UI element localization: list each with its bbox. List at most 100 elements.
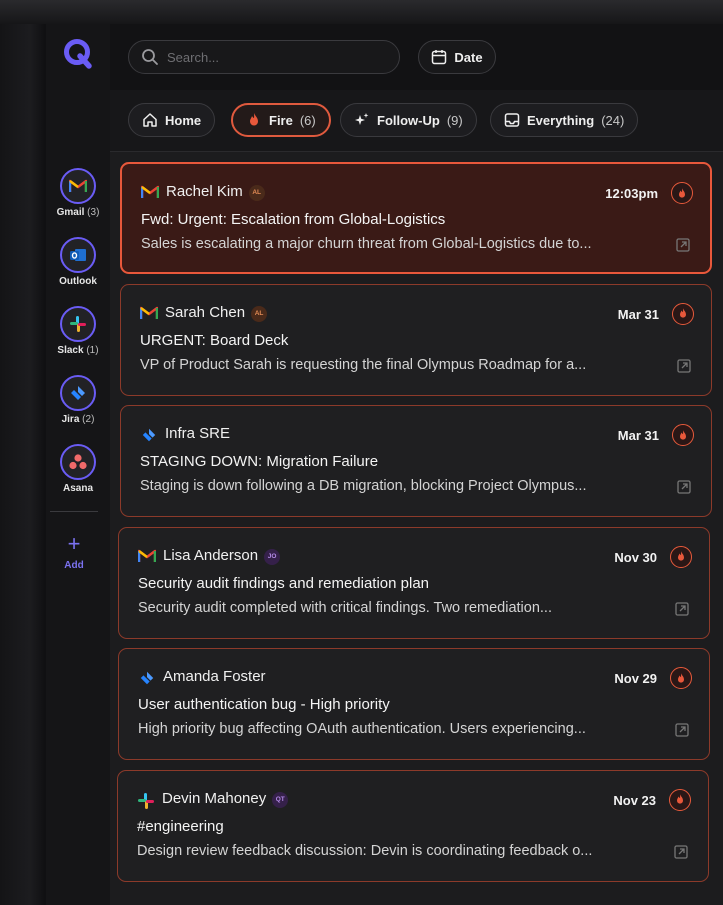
asana-icon xyxy=(60,444,96,480)
sidebar-item-gmail[interactable]: Gmail (3) xyxy=(46,168,110,218)
fire-icon xyxy=(677,794,683,804)
message-card[interactable]: Sarah Chen AL Mar 31 URGENT: Board Deck V… xyxy=(120,283,712,396)
app-window: Gmail (3) Outlook Slack (1) Jira (2) Asa… xyxy=(46,24,723,905)
slack-icon xyxy=(137,792,155,809)
message-time: Nov 30 xyxy=(614,549,657,565)
fire-flag-button[interactable] xyxy=(671,182,693,204)
sidebar: Gmail (3) Outlook Slack (1) Jira (2) Asa… xyxy=(46,24,110,905)
sender-name: Sarah Chen xyxy=(165,303,246,321)
gmail-icon xyxy=(137,549,157,563)
message-preview: Staging is down following a DB migration… xyxy=(140,478,587,494)
sidebar-item-slack[interactable]: Slack (1) xyxy=(46,306,110,356)
sidebar-item-jira[interactable]: Jira (2) xyxy=(46,375,110,425)
message-subject: URGENT: Board Deck xyxy=(140,331,289,349)
main-panel: Date Home Fire (6) Follow-Up (9) Everyth… xyxy=(110,24,723,905)
message-sender: Lisa Anderson JO xyxy=(163,546,281,565)
message-card[interactable]: Lisa Anderson JO Nov 30 Security audit fi… xyxy=(118,526,710,639)
fire-icon xyxy=(680,429,686,440)
sender-name: Amanda Foster xyxy=(163,668,266,685)
message-subject: Fwd: Urgent: Escalation from Global-Logi… xyxy=(141,211,446,228)
tab-fire[interactable]: Fire (6) xyxy=(231,103,331,137)
message-time: Nov 29 xyxy=(614,671,657,686)
message-preview: Security audit completed with critical f… xyxy=(138,599,552,616)
fire-flag-button[interactable] xyxy=(670,545,692,568)
gmail-icon xyxy=(140,185,160,199)
tab-everything[interactable]: Everything (24) xyxy=(490,103,639,137)
message-card[interactable]: Devin Mahoney QT Nov 23 #engineering Desi… xyxy=(117,769,709,882)
sender-name: Lisa Anderson xyxy=(163,546,259,564)
search-box[interactable] xyxy=(128,40,400,74)
message-subject: STAGING DOWN: Migration Failure xyxy=(140,453,379,470)
slack-icon xyxy=(60,306,96,342)
outlook-icon xyxy=(60,237,96,273)
gmail-icon xyxy=(60,168,96,204)
open-external-icon[interactable] xyxy=(676,238,690,252)
assignee-badge: AL xyxy=(251,305,268,322)
sidebar-item-label: Slack (1) xyxy=(57,345,99,356)
top-bar: Date xyxy=(110,24,723,90)
jira-icon xyxy=(138,670,156,685)
message-card[interactable]: Amanda Foster Nov 29 User authentication… xyxy=(118,648,710,760)
message-subject: #engineering xyxy=(137,817,224,835)
message-preview: High priority bug affecting OAuth authen… xyxy=(138,721,586,737)
sender-name: Infra SRE xyxy=(165,425,231,442)
sidebar-item-label: Outlook xyxy=(59,276,97,287)
home-icon xyxy=(143,113,157,127)
tab-label: Home xyxy=(165,112,202,128)
tab-count: (24) xyxy=(601,112,625,128)
sender-name: Devin Mahoney xyxy=(162,789,267,807)
search-input[interactable] xyxy=(167,49,367,65)
open-external-icon[interactable] xyxy=(677,358,691,373)
sparkle-icon xyxy=(355,113,369,125)
add-app-label: Add xyxy=(64,560,84,571)
fire-icon xyxy=(680,308,686,318)
sidebar-item-outlook[interactable]: Outlook xyxy=(46,237,110,287)
fire-icon xyxy=(250,113,258,126)
open-external-icon[interactable] xyxy=(674,844,688,859)
open-external-icon[interactable] xyxy=(675,601,689,616)
tab-follow-up[interactable]: Follow-Up (9) xyxy=(340,103,477,137)
fire-flag-button[interactable] xyxy=(672,302,694,325)
date-filter-button[interactable]: Date xyxy=(418,40,496,74)
message-sender: Amanda Foster xyxy=(163,668,266,685)
message-sender: Devin Mahoney QT xyxy=(162,789,289,808)
q-logo-icon[interactable] xyxy=(60,36,96,72)
open-external-icon[interactable] xyxy=(677,480,691,494)
tab-count: (9) xyxy=(446,112,463,128)
message-time: Mar 31 xyxy=(617,428,659,443)
message-subject: User authentication bug - High priority xyxy=(138,696,390,713)
filter-tabs: Home Fire (6) Follow-Up (9) Everything (… xyxy=(110,90,723,152)
sidebar-divider xyxy=(50,511,98,512)
jira-icon xyxy=(140,427,158,442)
sidebar-item-label: Asana xyxy=(62,483,93,494)
message-sender: Rachel Kim AL xyxy=(166,183,265,201)
sidebar-item-label: Gmail (3) xyxy=(56,207,100,218)
fire-flag-button[interactable] xyxy=(672,424,694,446)
tab-label: Fire xyxy=(269,112,293,128)
inbox-icon xyxy=(504,113,520,127)
message-card[interactable]: Infra SRE Mar 31 STAGING DOWN: Migration… xyxy=(120,405,712,517)
assignee-badge: AL xyxy=(248,185,265,201)
message-time: Nov 23 xyxy=(613,792,656,808)
message-time: Mar 31 xyxy=(617,306,659,322)
add-app-button[interactable]: + Add xyxy=(46,531,102,572)
fire-flag-button[interactable] xyxy=(670,667,692,689)
assignee-badge: JO xyxy=(264,548,281,565)
fire-icon xyxy=(679,187,685,198)
message-time: 12:03pm xyxy=(605,186,658,201)
message-preview: Sales is escalating a major churn threat… xyxy=(141,236,592,252)
assignee-badge: QT xyxy=(272,791,289,808)
jira-icon xyxy=(60,375,96,411)
tab-home[interactable]: Home xyxy=(128,103,216,137)
fire-icon xyxy=(678,672,684,683)
fire-flag-button[interactable] xyxy=(669,788,691,811)
message-preview: VP of Product Sarah is requesting the fi… xyxy=(140,356,587,373)
message-sender: Sarah Chen AL xyxy=(165,303,268,322)
message-card[interactable]: Rachel Kim AL 12:03pm Fwd: Urgent: Escala… xyxy=(120,162,712,274)
sidebar-item-asana[interactable]: Asana xyxy=(46,444,110,494)
open-external-icon[interactable] xyxy=(675,723,689,737)
search-icon xyxy=(142,49,158,65)
message-preview: Design review feedback discussion: Devin… xyxy=(137,842,593,859)
plus-icon: + xyxy=(67,531,81,556)
sender-name: Rachel Kim xyxy=(166,183,243,200)
